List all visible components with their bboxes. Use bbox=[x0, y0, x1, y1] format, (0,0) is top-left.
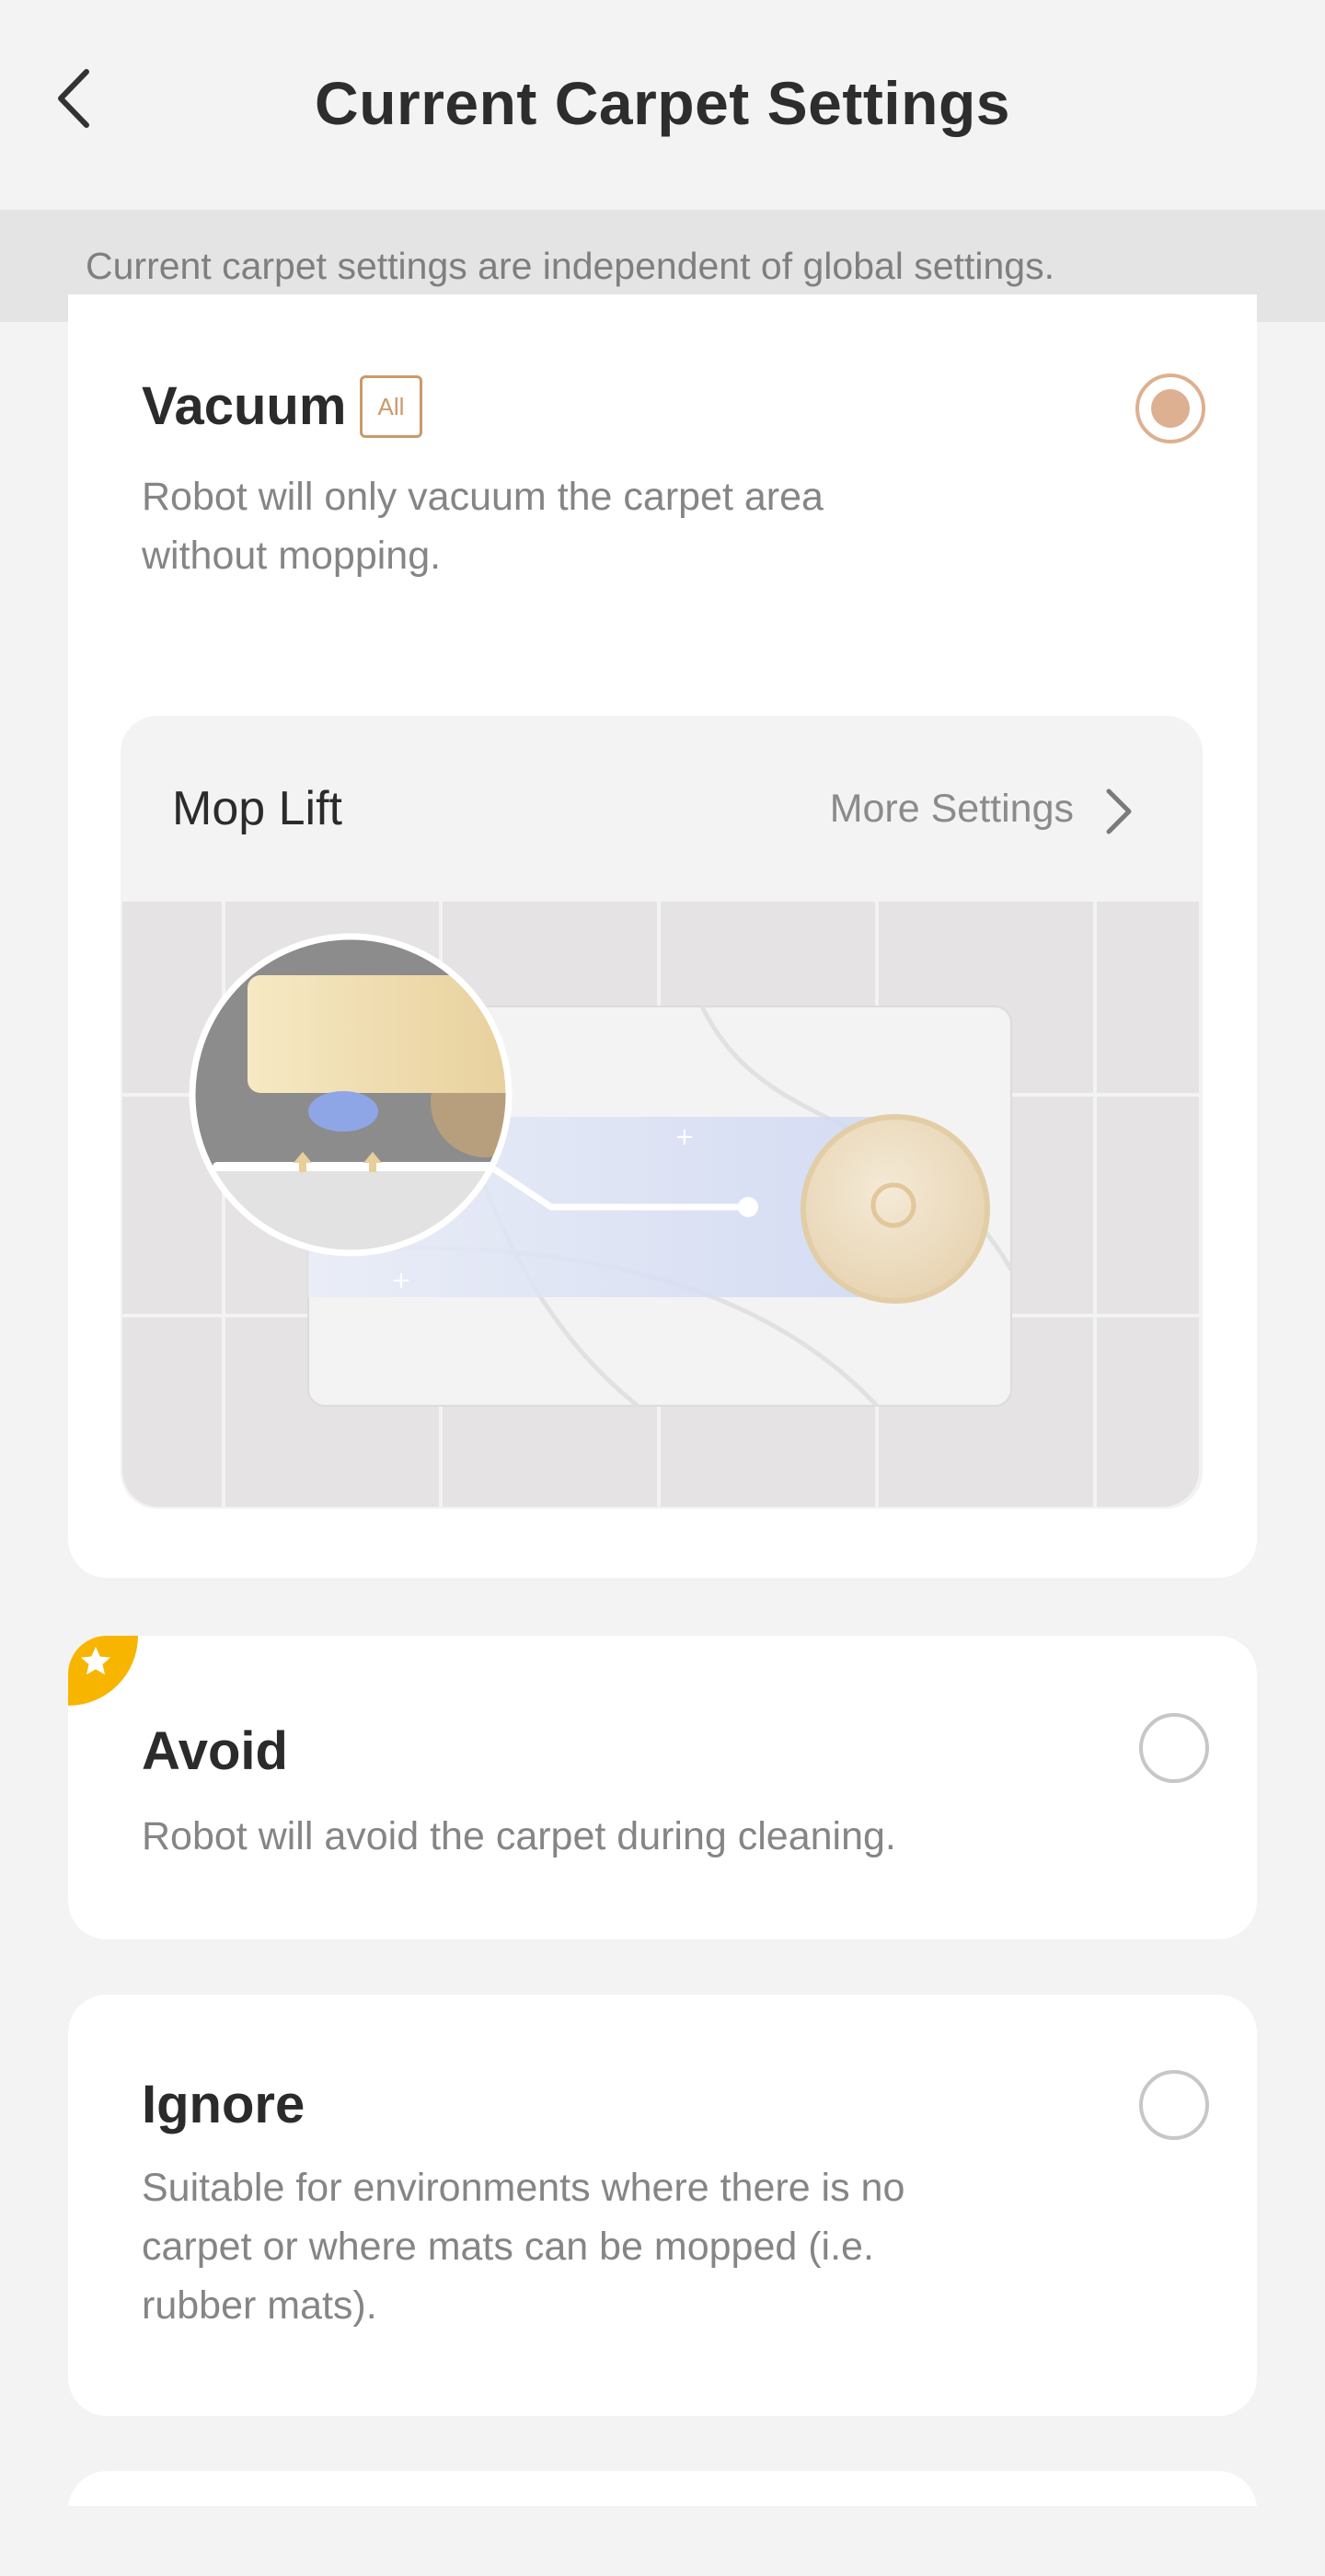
star-icon bbox=[68, 1636, 138, 1706]
header: Current Carpet Settings bbox=[0, 0, 1325, 210]
mop-lift-row[interactable]: Mop Lift More Settings bbox=[121, 716, 1203, 902]
chevron-right-icon bbox=[1106, 788, 1132, 834]
ignore-title: Ignore bbox=[142, 2075, 305, 2134]
avoid-description: Robot will avoid the carpet during clean… bbox=[142, 1814, 896, 1858]
vacuum-title: Vacuum bbox=[142, 376, 347, 436]
ignore-option-card[interactable]: Ignore Suitable for environments where t… bbox=[68, 1995, 1257, 2416]
mop-lift-label: Mop Lift bbox=[172, 782, 342, 835]
vacuum-description: Robot will only vacuum the carpet area w… bbox=[142, 475, 824, 578]
mop-lift-panel: Mop Lift More Settings + + bbox=[121, 716, 1203, 1509]
mop-lift-illustration: + + bbox=[122, 902, 1199, 1507]
vacuum-option-card[interactable]: Vacuum All Robot will only vacuum the ca… bbox=[68, 294, 1257, 1578]
avoid-title: Avoid bbox=[142, 1721, 288, 1781]
vacuum-radio[interactable] bbox=[1135, 374, 1205, 443]
page-title: Current Carpet Settings bbox=[315, 69, 1010, 137]
ignore-description: Suitable for environments where there is… bbox=[142, 2166, 905, 2328]
bottom-safe-area bbox=[0, 2506, 1325, 2576]
more-settings-link[interactable]: More Settings bbox=[830, 787, 1074, 832]
all-badge: All bbox=[360, 375, 422, 438]
svg-text:+: + bbox=[674, 1123, 695, 1151]
svg-text:+: + bbox=[391, 1267, 411, 1294]
avoid-option-card[interactable]: Avoid Robot will avoid the carpet during… bbox=[68, 1636, 1257, 1939]
ignore-radio[interactable] bbox=[1139, 2070, 1209, 2140]
avoid-radio[interactable] bbox=[1139, 1713, 1209, 1783]
mop-lift-illustration-graphic: + + bbox=[122, 902, 1199, 1507]
